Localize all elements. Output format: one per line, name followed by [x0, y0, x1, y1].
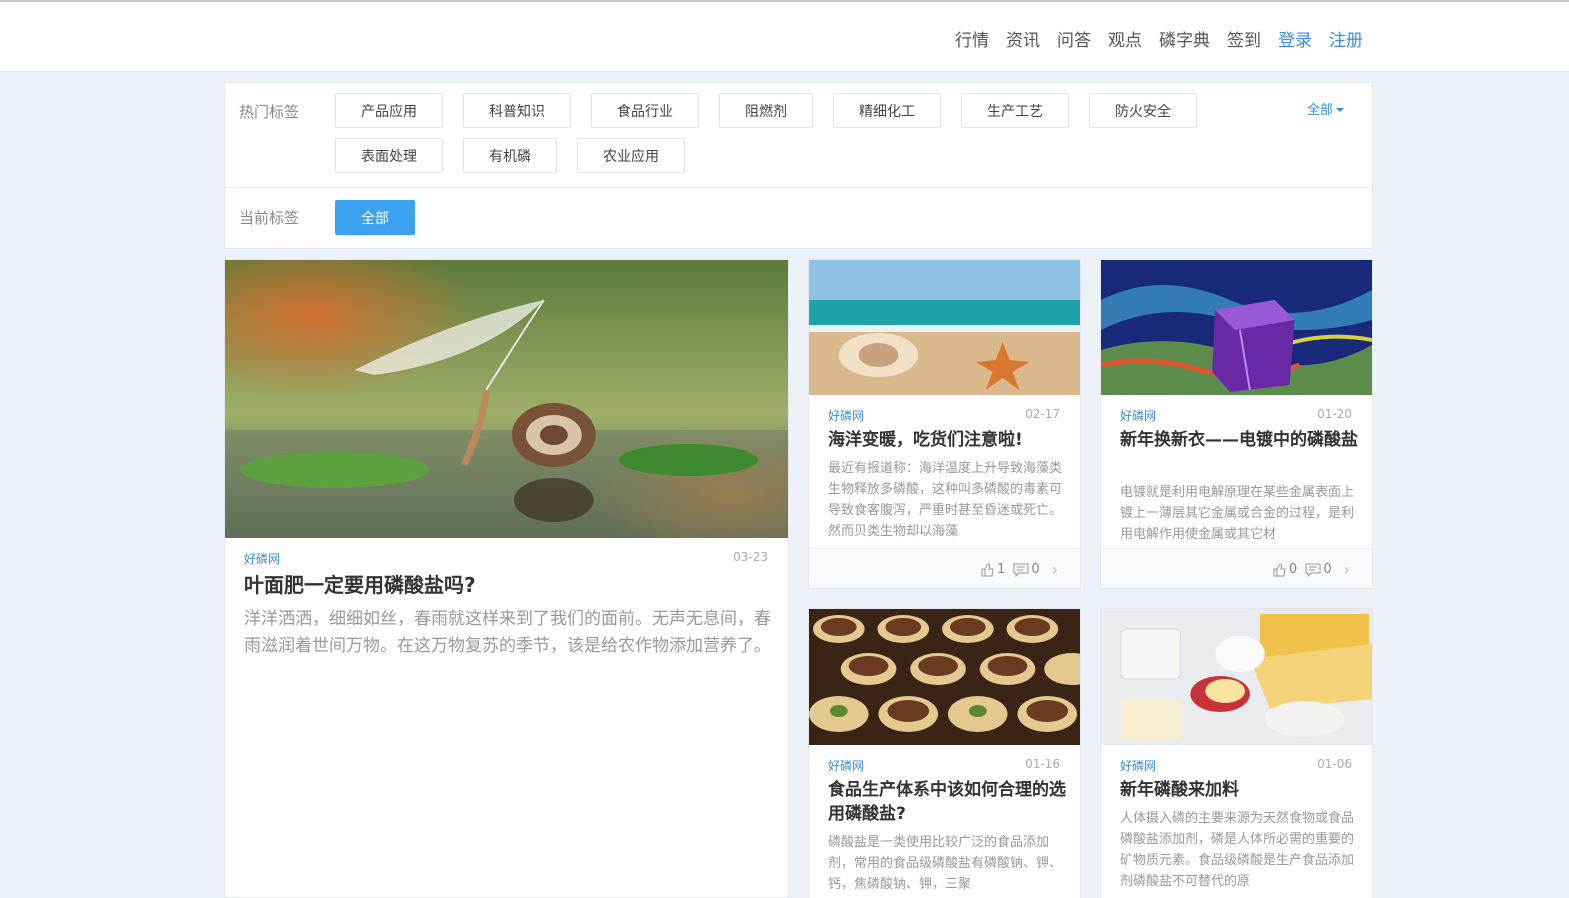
article-date: 01-16: [1025, 757, 1060, 771]
comment-icon[interactable]: [1013, 563, 1029, 577]
tag-fire-safety[interactable]: 防火安全: [1089, 93, 1197, 128]
nav-item-news[interactable]: 资讯: [1006, 26, 1040, 51]
thumbs-up-icon[interactable]: [981, 562, 995, 577]
tag-product-application[interactable]: 产品应用: [335, 93, 443, 128]
article-card[interactable]: 好磷网 02-17 海洋变暖，吃货们注意啦! 最近有报道称：海洋温度上升导致海藻…: [808, 259, 1081, 589]
article-card[interactable]: 好磷网 01-06 新年磷酸来加料 人体摄入磷的主要来源为天然食物或食品磷酸盐添…: [1100, 608, 1373, 898]
chocolates-photo[interactable]: [809, 609, 1080, 745]
article-title[interactable]: 叶面肥一定要用磷酸盐吗?: [244, 573, 769, 597]
login-link[interactable]: 登录: [1278, 26, 1312, 51]
article-stats: 0 0 ›: [1273, 560, 1350, 579]
article-stats: 1 0 ›: [981, 560, 1058, 579]
main-nav: 行情 资讯 问答 观点 磷字典 签到 登录 注册: [938, 26, 1363, 51]
snail-photo[interactable]: [225, 260, 788, 538]
like-count: 0: [1289, 562, 1298, 577]
current-tag-all[interactable]: 全部: [335, 200, 415, 235]
top-bar: 行情 资讯 问答 观点 磷字典 签到 登录 注册: [0, 0, 1569, 72]
tag-flame-retardant[interactable]: 阻燃剂: [719, 93, 813, 128]
article-excerpt: 最近有报道称：海洋温度上升导致海藻类生物释放多磷酸，这种叫多磷酸的毒素可导致食客…: [828, 461, 1063, 539]
beach-shells-photo[interactable]: [809, 260, 1080, 395]
nav-item-qa[interactable]: 问答: [1057, 26, 1091, 51]
register-link[interactable]: 注册: [1329, 26, 1363, 51]
article-excerpt: 电镀就是利用电解原理在某些金属表面上镀上一薄层其它金属或合金的过程，是利用电解作…: [1120, 485, 1355, 542]
article-date: 01-06: [1317, 757, 1352, 771]
thumbs-up-icon[interactable]: [1273, 562, 1287, 577]
tag-fine-chemicals[interactable]: 精细化工: [833, 93, 941, 128]
nav-item-dictionary[interactable]: 磷字典: [1159, 26, 1210, 51]
tag-filter-panel: 热门标签 产品应用 科普知识 食品行业 阻燃剂 精细化工 生产工艺 防火安全 表…: [224, 82, 1373, 249]
article-source[interactable]: 好磷网: [828, 407, 864, 424]
comment-count: 0: [1323, 562, 1332, 577]
article-title[interactable]: 新年磷酸来加料: [1120, 778, 1360, 802]
article-source[interactable]: 好磷网: [1120, 407, 1156, 424]
tag-organophosphorus[interactable]: 有机磷: [463, 138, 557, 173]
article-card-featured[interactable]: 好磷网 03-23 叶面肥一定要用磷酸盐吗? 洋洋洒洒，细细如丝，春雨就这样来到…: [224, 259, 789, 898]
article-card[interactable]: 好磷网 01-20 新年换新衣——电镀中的磷酸盐 电镀就是利用电解原理在某些金属…: [1100, 259, 1373, 589]
current-tags-label: 当前标签: [239, 209, 300, 227]
card-footer: 0 0 ›: [1101, 548, 1372, 588]
article-date: 01-20: [1317, 407, 1352, 421]
tag-science[interactable]: 科普知识: [463, 93, 571, 128]
article-excerpt: 磷酸盐是一类使用比较广泛的食品添加剂，常用的食品级磷酸盐有磷酸钠、钾、钙，焦磷酸…: [828, 835, 1063, 892]
hot-tags-label: 热门标签: [239, 103, 300, 121]
article-source[interactable]: 好磷网: [1120, 757, 1156, 774]
electroplating-photo[interactable]: [1101, 260, 1372, 395]
article-source[interactable]: 好磷网: [244, 550, 280, 567]
chevron-right-icon[interactable]: ›: [1052, 560, 1058, 579]
tag-production-process[interactable]: 生产工艺: [961, 93, 1069, 128]
nav-item-checkin[interactable]: 签到: [1227, 26, 1261, 51]
article-title[interactable]: 新年换新衣——电镀中的磷酸盐: [1120, 428, 1360, 452]
nav-item-market[interactable]: 行情: [955, 26, 989, 51]
tag-divider: [225, 187, 1372, 188]
article-excerpt: 人体摄入磷的主要来源为天然食物或食品磷酸盐添加剂，磷是人体所必需的重要的矿物质元…: [1120, 811, 1355, 889]
nav-item-opinion[interactable]: 观点: [1108, 26, 1142, 51]
article-card[interactable]: 好磷网 01-16 食品生产体系中该如何合理的选用磷酸盐? 磷酸盐是一类使用比较…: [808, 608, 1081, 898]
comment-icon[interactable]: [1305, 563, 1321, 577]
dairy-cheese-photo[interactable]: [1101, 609, 1372, 745]
article-source[interactable]: 好磷网: [828, 757, 864, 774]
chevron-right-icon[interactable]: ›: [1344, 560, 1350, 579]
all-tags-toggle[interactable]: 全部: [1307, 99, 1344, 118]
comment-count: 0: [1031, 562, 1040, 577]
article-date: 03-23: [733, 550, 768, 564]
tag-agriculture[interactable]: 农业应用: [577, 138, 685, 173]
caret-down-icon: [1336, 108, 1344, 112]
all-tags-toggle-label: 全部: [1306, 103, 1333, 118]
tag-food-industry[interactable]: 食品行业: [591, 93, 699, 128]
article-excerpt: 洋洋洒洒，细细如丝，春雨就这样来到了我们的面前。无声无息间，春雨滋润着世间万物。…: [244, 609, 771, 656]
article-date: 02-17: [1025, 407, 1060, 421]
article-title[interactable]: 海洋变暖，吃货们注意啦!: [828, 428, 1068, 452]
like-count: 1: [997, 562, 1006, 577]
card-footer: 1 0 ›: [809, 548, 1080, 588]
article-title[interactable]: 食品生产体系中该如何合理的选用磷酸盐?: [828, 778, 1068, 826]
tag-surface-treatment[interactable]: 表面处理: [335, 138, 443, 173]
